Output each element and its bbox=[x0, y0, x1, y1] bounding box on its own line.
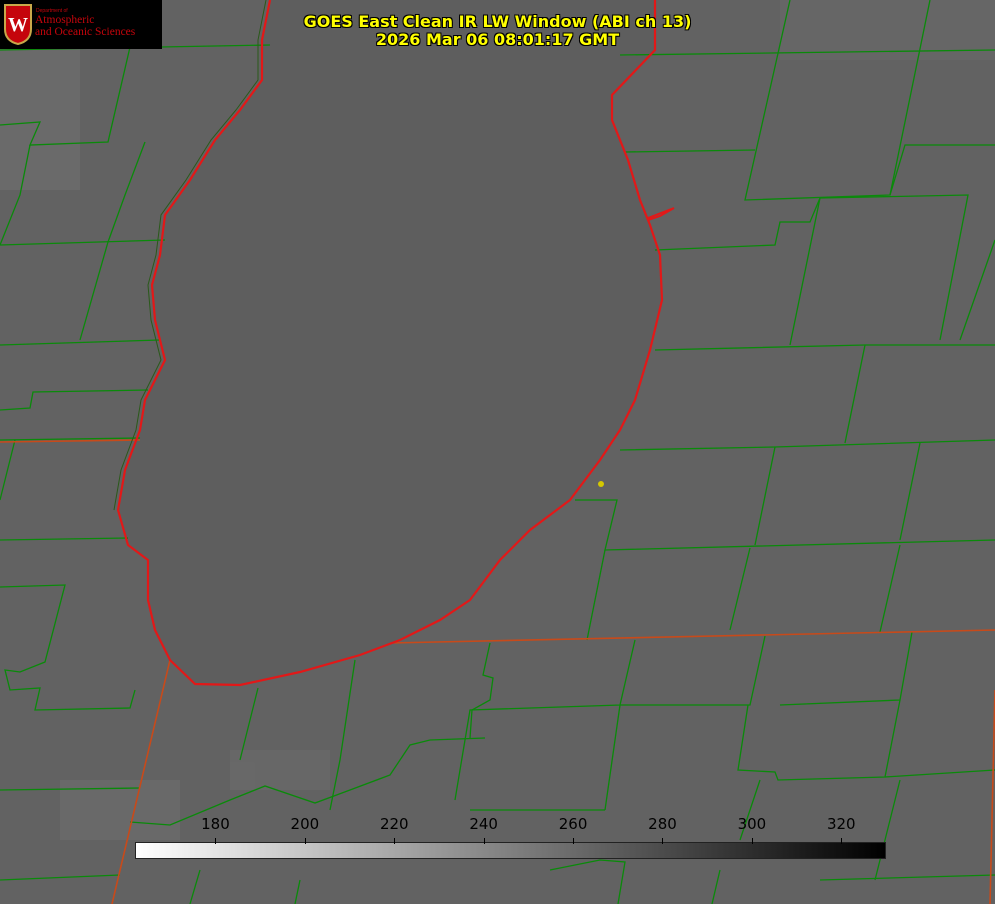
colorbar-tick-mark bbox=[751, 838, 753, 844]
colorbar-tick-mark bbox=[394, 838, 396, 844]
colorbar-tick-label: 220 bbox=[379, 815, 409, 833]
satellite-map bbox=[0, 0, 995, 904]
image-title: GOES East Clean IR LW Window (ABI ch 13) bbox=[303, 12, 692, 31]
station-marker bbox=[598, 481, 604, 487]
image-timestamp: 2026 Mar 06 08:01:17 GMT bbox=[375, 30, 620, 49]
colorbar-tick-label: 240 bbox=[469, 815, 498, 833]
colorbar-tick-label: 280 bbox=[648, 815, 677, 833]
colorbar-tick-label: 300 bbox=[737, 815, 767, 833]
colorbar-tick-mark bbox=[573, 838, 575, 844]
colorbar-tick-label: 180 bbox=[201, 815, 230, 833]
colorbar-tick-label: 200 bbox=[290, 815, 320, 833]
colorbar bbox=[135, 842, 886, 859]
colorbar-tick-label: 260 bbox=[558, 815, 588, 833]
colorbar-tick-label: 320 bbox=[826, 815, 856, 833]
colorbar-tick-mark bbox=[215, 838, 217, 844]
colorbar-tick-mark bbox=[304, 838, 306, 844]
colorbar-tick-mark bbox=[483, 838, 485, 844]
colorbar-tick-mark bbox=[841, 838, 843, 844]
colorbar-tick-mark bbox=[662, 838, 664, 844]
